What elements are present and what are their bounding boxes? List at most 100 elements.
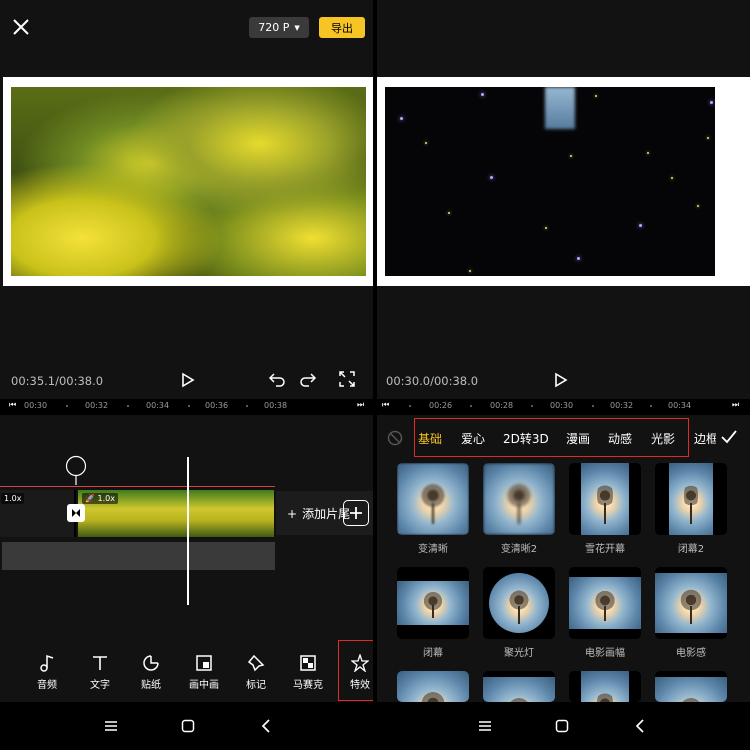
- category-border[interactable]: 边框: [694, 430, 716, 447]
- menu-icon[interactable]: [103, 718, 119, 734]
- ruler-dot: [470, 405, 472, 407]
- tool-label: 贴纸: [141, 680, 161, 691]
- ruler-dot: [650, 405, 652, 407]
- timeline-ruler[interactable]: ⏮ 00:26 00:28 00:30 00:32 00:34 ⏭: [377, 399, 750, 415]
- effect-item[interactable]: [483, 671, 555, 702]
- effect-thumbnail: [655, 463, 727, 535]
- rocket-icon: 🚀: [85, 494, 95, 503]
- add-ending-button[interactable]: + 添加片尾: [287, 505, 350, 522]
- home-icon[interactable]: [180, 718, 196, 734]
- timeline-ruler[interactable]: ⏮ 00:30 00:32 00:34 00:36 00:38 ⏭: [0, 399, 373, 415]
- music-note-icon: [40, 654, 54, 672]
- add-clip-button[interactable]: [343, 500, 369, 526]
- video-preview[interactable]: [377, 77, 750, 286]
- effect-item[interactable]: 电影感: [655, 567, 727, 659]
- effect-item[interactable]: 闭幕2: [655, 463, 727, 555]
- effect-item[interactable]: 雪花开幕: [569, 463, 641, 555]
- effect-thumbnail: [483, 671, 555, 702]
- back-icon[interactable]: [258, 718, 274, 734]
- ruler-tick: 00:28: [490, 401, 514, 410]
- tool-mosaic[interactable]: 马赛克: [288, 654, 328, 691]
- effect-thumbnail: [397, 567, 469, 639]
- tool-sticker[interactable]: 贴纸: [131, 654, 171, 691]
- effect-label: 闭幕: [423, 648, 443, 659]
- right-effects-panel: 00:30.0/00:38.0 ⏮ 00:26 00:28 00:30 00:3…: [377, 0, 750, 750]
- tool-pip[interactable]: 画中画: [184, 654, 224, 691]
- keyframe-marker-icon[interactable]: [65, 455, 87, 485]
- home-icon[interactable]: [554, 718, 570, 734]
- resolution-dropdown[interactable]: 720 P ▼: [249, 17, 309, 38]
- mosaic-icon: [300, 655, 316, 671]
- jump-start-icon[interactable]: ⏮: [382, 400, 389, 410]
- effect-label: 变清晰: [418, 544, 448, 555]
- audio-track[interactable]: [2, 542, 275, 570]
- effect-thumbnail: [655, 567, 727, 639]
- effect-item[interactable]: 变清晰: [397, 463, 469, 555]
- video-clip-1[interactable]: 1.0x: [0, 490, 76, 537]
- system-nav-bar: [0, 702, 373, 750]
- transition-button[interactable]: [67, 504, 85, 522]
- transition-icon: [72, 509, 80, 517]
- undo-icon[interactable]: [268, 370, 286, 388]
- back-icon[interactable]: [632, 718, 648, 734]
- effect-grid: 变清晰 变清晰2 雪花开幕 闭幕2 闭幕 聚光灯 电影画幅 电影感: [377, 460, 750, 702]
- redo-icon[interactable]: [299, 370, 317, 388]
- tool-label: 标记: [246, 680, 266, 691]
- effect-item[interactable]: 闭幕: [397, 567, 469, 659]
- jump-end-icon[interactable]: ⏭: [357, 400, 364, 410]
- fullscreen-icon[interactable]: [338, 370, 356, 388]
- plus-icon: [350, 507, 362, 519]
- menu-icon[interactable]: [477, 718, 493, 734]
- pin-icon: [247, 654, 265, 672]
- ruler-dot: [592, 405, 594, 407]
- play-icon[interactable]: [180, 372, 196, 388]
- tool-label: 文字: [90, 680, 110, 691]
- bottom-toolbar: 音频 文字 贴纸 画中画 标记 马赛克 特效: [0, 640, 373, 702]
- sticker-icon: [143, 655, 159, 671]
- confirm-check-icon[interactable]: [720, 429, 738, 445]
- pip-icon: [196, 655, 212, 671]
- playhead[interactable]: [187, 457, 189, 605]
- effect-item[interactable]: 聚光灯: [483, 567, 555, 659]
- jump-end-icon[interactable]: ⏭: [732, 400, 739, 410]
- effect-track-line: [0, 486, 275, 487]
- system-nav-bar: [377, 702, 750, 750]
- video-clip-2[interactable]: 🚀 1.0x: [78, 490, 274, 537]
- tool-label: 音频: [37, 680, 57, 691]
- playback-timecode: 00:30.0/00:38.0: [386, 374, 479, 388]
- playback-timecode: 00:35.1/00:38.0: [11, 374, 104, 388]
- tool-label: 马赛克: [293, 680, 323, 691]
- effect-item[interactable]: [655, 671, 727, 702]
- no-effect-icon[interactable]: [387, 430, 403, 446]
- category-highlight: [414, 418, 689, 457]
- left-editor-panel: 720 P ▼ 导出 00:35.1/00:38.0 ⏮ 00:30 00:32…: [0, 0, 373, 750]
- tool-text[interactable]: 文字: [80, 654, 120, 691]
- video-preview[interactable]: [3, 77, 373, 286]
- effect-item[interactable]: [397, 671, 469, 702]
- ruler-dot: [246, 405, 248, 407]
- effect-label: 闭幕2: [677, 544, 705, 555]
- ruler-dot: [409, 405, 411, 407]
- tool-audio[interactable]: 音频: [27, 654, 67, 691]
- effect-thumbnail: [397, 463, 469, 535]
- ruler-dot: [531, 405, 533, 407]
- ruler-tick: 00:34: [668, 401, 692, 410]
- close-icon[interactable]: [10, 16, 32, 38]
- clip-speed-value: 1.0x: [97, 494, 115, 503]
- resolution-label: 720 P: [258, 21, 290, 34]
- play-icon[interactable]: [553, 372, 569, 388]
- tool-label: 画中画: [189, 680, 219, 691]
- ruler-tick: 00:32: [85, 401, 109, 410]
- clip-speed-badge: 1.0x: [1, 493, 25, 504]
- effect-item[interactable]: 变清晰2: [483, 463, 555, 555]
- effect-thumbnail: [397, 671, 469, 702]
- effect-label: 电影画幅: [585, 648, 625, 659]
- effect-thumbnail: [483, 463, 555, 535]
- jump-start-icon[interactable]: ⏮: [9, 400, 16, 410]
- effect-item[interactable]: [569, 671, 641, 702]
- preview-image-starfield: [385, 87, 715, 276]
- preview-image-flowers: [11, 87, 366, 276]
- tool-marker[interactable]: 标记: [236, 654, 276, 691]
- effect-item[interactable]: 电影画幅: [569, 567, 641, 659]
- export-button[interactable]: 导出: [319, 17, 365, 38]
